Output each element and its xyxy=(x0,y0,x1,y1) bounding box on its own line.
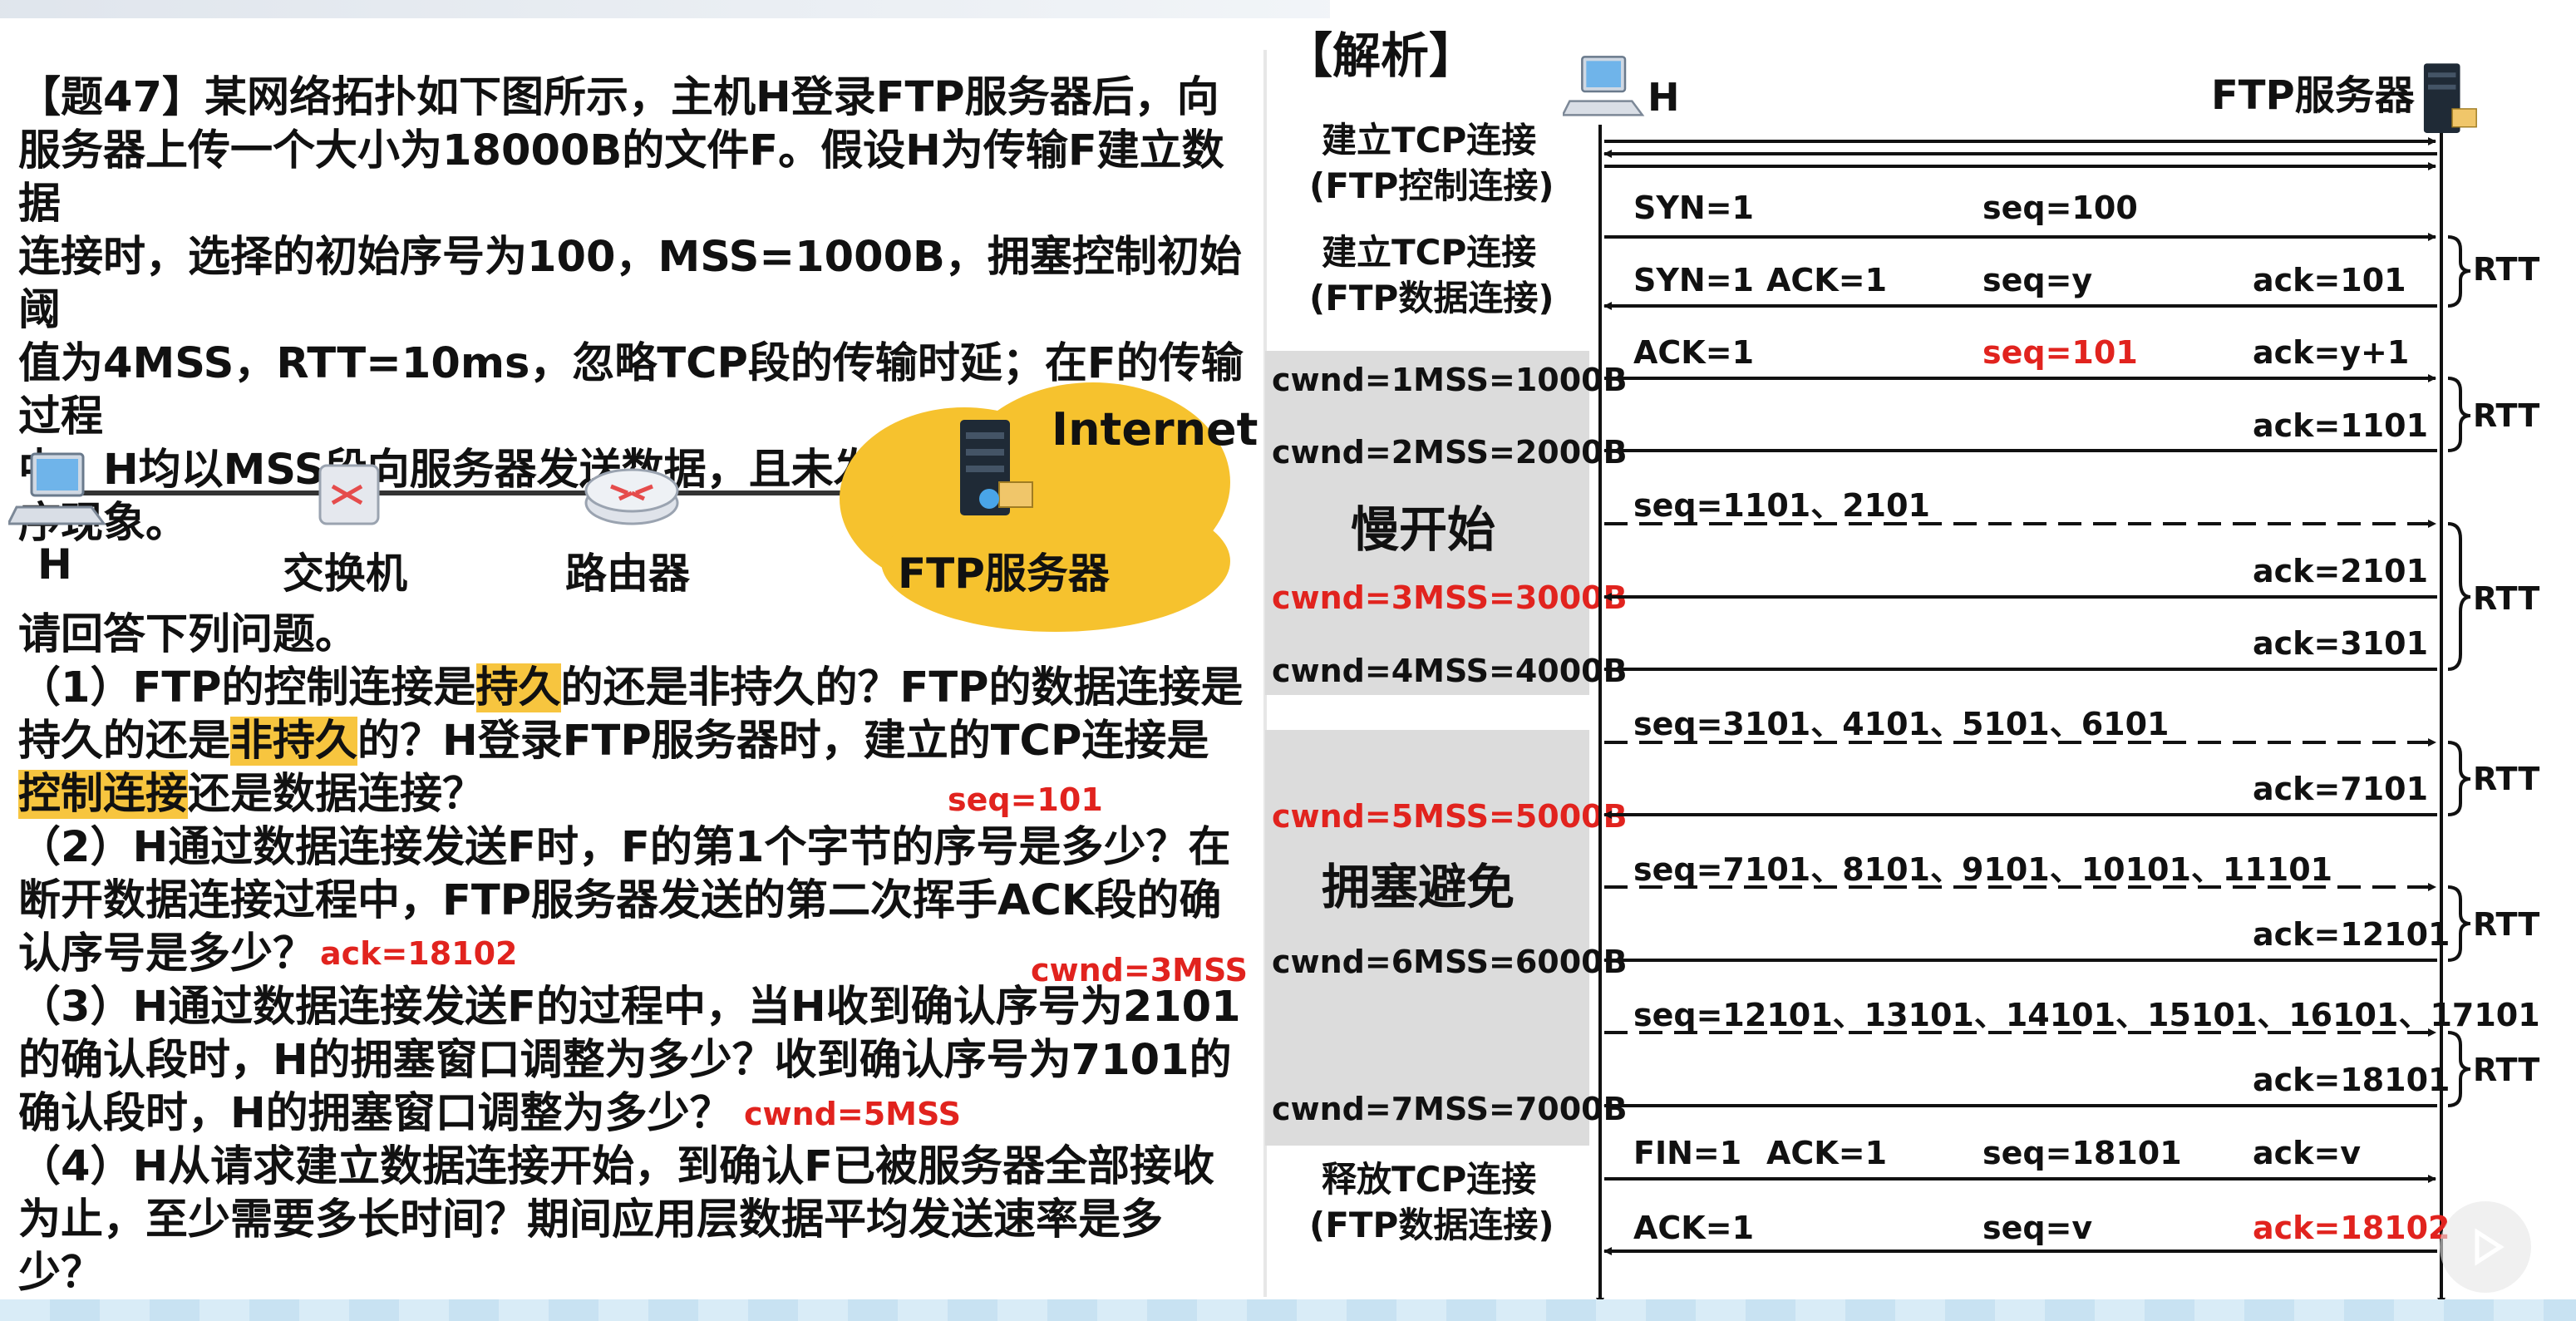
msg-syn: SYN=1 xyxy=(1633,262,1754,298)
q4-line2: 为止，至少需要多长时间？期间应用层数据平均发送速率是多 xyxy=(18,1195,1164,1245)
data-conn-label-1: 建立TCP连接 xyxy=(1322,232,1537,273)
text: 的还是非持久的？FTP的数据连接是 xyxy=(560,663,1244,712)
server-icon xyxy=(960,420,1033,515)
text: （1）FTP的控制连接是 xyxy=(18,663,476,712)
slow-start-label: 慢开始 xyxy=(1351,501,1496,558)
top-banner xyxy=(0,0,1330,18)
rtt-label: RTT xyxy=(2473,761,2540,797)
rtt-label: RTT xyxy=(2473,906,2540,943)
msg-syn: SYN=1 xyxy=(1633,190,1754,226)
msg-ack-flag: ACK=1 xyxy=(1633,1210,1755,1246)
host-label: H xyxy=(37,540,72,589)
router-label: 路由器 xyxy=(565,550,690,598)
cwnd-label: cwnd=3MSS=3000B xyxy=(1272,579,1628,616)
msg-ack-flag: ACK=1 xyxy=(1766,262,1888,298)
cwnd-label: cwnd=7MSS=7000B xyxy=(1272,1091,1628,1127)
q1-line2: 持久的还是非持久的？H登录FTP服务器时，建立的TCP连接是 xyxy=(18,715,1257,768)
msg-data: seq=3101、4101、5101、6101 xyxy=(1633,706,2170,742)
cwnd-label: cwnd=6MSS=6000B xyxy=(1272,944,1628,980)
msg-seq: seq=100 xyxy=(1982,190,2138,226)
switch-icon xyxy=(318,464,380,525)
analysis-title: 【解析】 xyxy=(1284,27,1478,84)
highlight: 持久 xyxy=(475,663,561,712)
msg-ackno: ack=12101 xyxy=(2253,916,2450,953)
text: 确认段时，H的拥塞窗口调整为多少？ xyxy=(18,1089,732,1138)
server-label: FTP服务器 xyxy=(2211,72,2415,119)
msg-ack-flag: ACK=1 xyxy=(1766,1135,1888,1171)
answer-cwnd5: cwnd=5MSS xyxy=(744,1096,962,1132)
highlight: 控制连接 xyxy=(18,770,189,819)
question-line: 服务器上传一个大小为18000B的文件F。假设H为传输F建立数据 xyxy=(18,126,1224,229)
text: 认序号是多少？ xyxy=(18,929,316,978)
bottom-band xyxy=(0,1299,2576,1321)
highlight: 非持久 xyxy=(230,717,358,766)
question-line: 连接时，选择的初始序号为100，MSS=1000B，拥塞控制初始阈 xyxy=(18,233,1242,335)
msg-seq: seq=101 xyxy=(1982,334,2138,371)
internet-label: Internet xyxy=(1052,403,1258,456)
q2-line1: （2）H通过数据连接发送F时，F的第1个字节的序号是多少？在 xyxy=(18,823,1231,872)
msg-seq: seq=v xyxy=(1982,1210,2093,1246)
question-line: 【题47】某网络拓扑如下图所示，主机H登录FTP服务器后，向 xyxy=(18,73,1219,122)
router-icon xyxy=(584,468,679,525)
server-icon xyxy=(2423,63,2477,133)
msg-data: seq=12101、13101、14101、15101、16101、17101 xyxy=(1633,997,2540,1033)
q2-line2: 断开数据连接过程中，FTP服务器发送的第二次挥手ACK段的确 xyxy=(18,876,1222,925)
msg-ackno: ack=18101 xyxy=(2253,1062,2450,1098)
msg-data: seq=1101、2101 xyxy=(1633,487,1930,524)
answer-ack: ack=18102 xyxy=(320,935,518,972)
msg-fin: FIN=1 xyxy=(1633,1135,1742,1171)
play-button[interactable] xyxy=(2440,1201,2531,1293)
msg-seq: seq=y xyxy=(1982,262,2093,298)
switch-label: 交换机 xyxy=(283,550,407,598)
cwnd-label: cwnd=1MSS=1000B xyxy=(1272,362,1628,398)
ctrl-conn-label-1: 建立TCP连接 xyxy=(1322,120,1537,160)
text: 还是数据连接？ xyxy=(188,770,485,819)
rtt-label: RTT xyxy=(2473,1052,2540,1088)
msg-ackno: ack=1101 xyxy=(2253,407,2429,444)
text: 持久的还是 xyxy=(18,717,231,766)
msg-ackno: ack=v xyxy=(2253,1135,2362,1171)
laptop-icon xyxy=(1563,56,1645,116)
q3-line1: （3）H通过数据连接发送F的过程中，当H收到确认序号为2101 xyxy=(18,983,1241,1032)
q1-line1: （1）FTP的控制连接是持久的还是非持久的？FTP的数据连接是 xyxy=(18,662,1257,715)
network-topology: Internet H 交换机 路由器 FTP服务器 xyxy=(0,382,1263,632)
msg-ackno: ack=7101 xyxy=(2253,771,2429,807)
cwnd-label: cwnd=5MSS=5000B xyxy=(1272,798,1628,835)
answer-seq: seq=101 xyxy=(948,781,1103,818)
text: 的？H登录FTP服务器时，建立的TCP连接是 xyxy=(357,717,1209,766)
release-label-2: (FTP数据连接) xyxy=(1309,1205,1554,1245)
msg-ackno: ack=3101 xyxy=(2253,625,2429,662)
msg-ack-flag: ACK=1 xyxy=(1633,334,1755,371)
rtt-label: RTT xyxy=(2473,580,2540,617)
prompt: 请回答下列问题。 xyxy=(18,610,358,659)
msg-ackno: ack=2101 xyxy=(2253,553,2429,589)
host-label: H xyxy=(1648,75,1680,120)
msg-ackno: ack=y+1 xyxy=(2253,334,2410,371)
q3-line2: 的确认段时，H的拥塞窗口调整为多少？收到确认序号为7101的 xyxy=(18,1036,1232,1085)
q4-line1: （4）H从请求建立数据连接开始，到确认F已被服务器全部接收 xyxy=(18,1142,1215,1191)
cong-avoid-box xyxy=(1265,730,1589,1146)
q4-line3: 少？ xyxy=(18,1249,104,1298)
laptop-icon xyxy=(8,452,106,525)
msg-ackno: ack=18102 xyxy=(2253,1210,2450,1246)
ctrl-conn-label-2: (FTP控制连接) xyxy=(1309,165,1554,206)
release-label-1: 释放TCP连接 xyxy=(1322,1159,1537,1200)
link-line xyxy=(66,490,856,495)
play-icon xyxy=(2475,1228,2505,1266)
answer-cwnd3: cwnd=3MSS xyxy=(1031,952,1249,988)
rtt-label: RTT xyxy=(2473,251,2540,288)
cwnd-label: cwnd=4MSS=4000B xyxy=(1272,653,1628,689)
msg-seq: seq=18101 xyxy=(1982,1135,2182,1171)
server-label: FTP服务器 xyxy=(898,550,1110,598)
data-conn-label-2: (FTP数据连接) xyxy=(1309,278,1554,318)
msg-data: seq=7101、8101、9101、10101、11101 xyxy=(1633,851,2333,888)
msg-ackno: ack=101 xyxy=(2253,262,2406,298)
cwnd-label: cwnd=2MSS=2000B xyxy=(1272,434,1628,471)
cong-avoid-label: 拥塞避免 xyxy=(1322,859,1515,915)
q3-line3: 确认段时，H的拥塞窗口调整为多少？ xyxy=(18,1087,1257,1141)
rtt-label: RTT xyxy=(2473,397,2540,434)
